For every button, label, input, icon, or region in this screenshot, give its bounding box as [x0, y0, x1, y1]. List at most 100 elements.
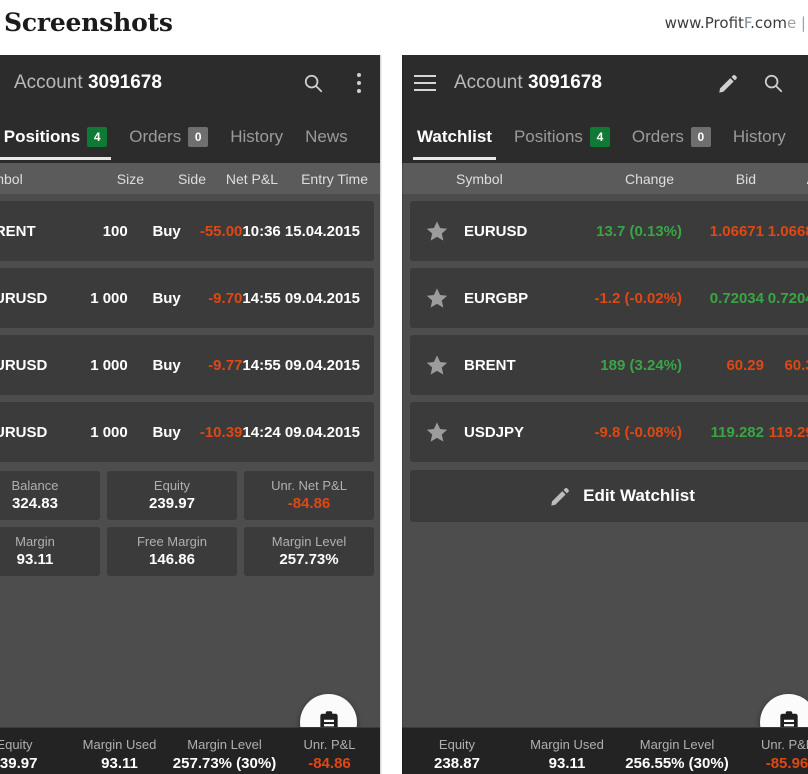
left-account-title: Account 3091678 — [14, 72, 162, 94]
position-symbol: EURUSD — [0, 423, 48, 441]
watchlist-ask[interactable]: 119.298 — [764, 424, 808, 441]
watchlist-bid[interactable]: 60.29 — [682, 357, 764, 374]
status-value: 256.55% (30%) — [625, 754, 729, 772]
right-tab-news[interactable]: N — [797, 111, 808, 163]
watchlist-bid[interactable]: 0.72034 — [682, 290, 764, 307]
left-tab-history[interactable]: History — [219, 111, 294, 163]
right-menu-button[interactable] — [402, 60, 448, 106]
table-row[interactable]: EURUSD 1 000 Buy -9.77 14:55 09.04.2015 — [0, 335, 374, 395]
summary-label: Unr. Net P&L — [271, 478, 347, 493]
status-label: Equity — [0, 736, 33, 752]
right-account-title: Account 3091678 — [454, 72, 602, 94]
edit-watchlist-button[interactable]: Edit Watchlist — [410, 470, 808, 522]
watchlist-bid[interactable]: 119.282 — [682, 424, 764, 441]
summary-row: Margin 93.11 Free Margin 146.86 Margin L… — [0, 527, 374, 576]
favorite-toggle[interactable] — [410, 219, 464, 243]
status-cell-equity: Equity 239.97 — [0, 736, 67, 773]
right-tab-positions-badge: 4 — [589, 127, 610, 147]
right-body: EURUSD 13.7 (0.13%) 1.06671 1.06684 EURG… — [402, 201, 808, 774]
watchlist-bid[interactable]: 1.06671 — [682, 223, 764, 240]
page-header: Screenshots www.ProfitF.come | — [0, 0, 808, 55]
star-icon — [426, 355, 448, 375]
position-size: 1 000 — [90, 356, 128, 374]
status-cell-margin-level: Margin Level 256.55% (30%) — [622, 736, 732, 773]
status-label: Equity — [438, 736, 476, 752]
watchlist-change: 189 (3.24%) — [600, 356, 682, 374]
right-account-number: 3091678 — [527, 72, 602, 93]
list-item[interactable]: BRENT 189 (3.24%) 60.29 60.33 — [410, 335, 808, 395]
left-tab-positions[interactable]: Positions 4 — [0, 111, 118, 163]
list-item[interactable]: USDJPY -9.8 (-0.08%) 119.282 119.298 — [410, 402, 808, 462]
right-tab-orders[interactable]: Orders 0 — [621, 111, 722, 163]
pencil-icon — [718, 74, 737, 93]
right-tab-history[interactable]: History — [722, 111, 797, 163]
table-row[interactable]: EURUSD 1 000 Buy -10.39 14:24 09.04.2015 — [0, 402, 374, 462]
status-label: Margin Used — [530, 736, 604, 752]
left-column-headers: Symbol Size Side Net P&L Entry Time — [0, 163, 380, 194]
right-column-headers: Symbol Change Bid Ask — [402, 163, 808, 194]
left-colhead-size: Size — [116, 170, 144, 187]
summary-value: 93.11 — [16, 551, 54, 568]
table-row[interactable]: BRENT 100 Buy -55.00 10:36 15.04.2015 — [0, 201, 374, 261]
position-entry-time: 14:55 09.04.2015 — [242, 289, 360, 307]
right-account-label: Account — [454, 72, 523, 93]
left-account-number: 3091678 — [87, 72, 162, 93]
search-icon — [764, 74, 783, 93]
right-tab-watchlist-label: Watchlist — [417, 127, 492, 146]
left-tab-orders[interactable]: Orders 0 — [118, 111, 219, 163]
right-overflow-button[interactable] — [796, 60, 808, 106]
summary-label: Balance — [11, 478, 59, 493]
watchlist-change: -1.2 (-0.02%) — [594, 289, 682, 307]
list-item[interactable]: EURUSD 13.7 (0.13%) 1.06671 1.06684 — [410, 201, 808, 261]
right-statusbar: Equity 238.87 Margin Used 93.11 Margin L… — [402, 727, 808, 774]
right-search-button[interactable] — [750, 60, 796, 106]
favorite-toggle[interactable] — [410, 286, 464, 310]
list-item[interactable]: EURGBP -1.2 (-0.02%) 0.72034 0.72044 — [410, 268, 808, 328]
right-app-canvas: Account 3091678 Watchlist Positions 4 Or… — [402, 55, 808, 774]
watchlist-ask[interactable]: 60.33 — [764, 357, 808, 374]
left-overflow-button[interactable] — [336, 60, 380, 106]
status-label: Margin Used — [82, 736, 157, 752]
summary-label: Margin Level — [271, 534, 347, 549]
status-value: 238.87 — [434, 754, 480, 772]
status-cell-margin-used: Margin Used 93.11 — [512, 736, 622, 773]
watchlist-symbol: EURUSD — [464, 222, 528, 240]
watermark-prefix: www.Profit — [664, 14, 744, 32]
search-icon — [304, 74, 323, 93]
favorite-toggle[interactable] — [410, 353, 464, 377]
right-edit-button[interactable] — [704, 60, 750, 106]
summary-value: 257.73% — [279, 551, 339, 568]
summary-label: Margin — [15, 534, 55, 549]
watchlist-ask[interactable]: 1.06684 — [764, 223, 808, 240]
star-icon — [426, 422, 448, 442]
left-menu-button[interactable] — [0, 60, 8, 106]
summary-value: 324.83 — [12, 495, 58, 512]
summary-cell-margin: Margin 93.11 — [0, 527, 100, 576]
summary-cell-equity: Equity 239.97 — [107, 471, 237, 520]
position-side: Buy — [152, 423, 181, 441]
status-label: Margin Level — [639, 736, 715, 752]
right-tab-positions[interactable]: Positions 4 — [503, 111, 621, 163]
edit-watchlist-label: Edit Watchlist — [583, 486, 695, 505]
star-icon — [426, 288, 448, 308]
left-search-button[interactable] — [290, 60, 336, 106]
table-row[interactable]: EURUSD 1 000 Buy -9.70 14:55 09.04.2015 — [0, 268, 374, 328]
favorite-toggle[interactable] — [410, 420, 464, 444]
left-colhead-net-pnl: Net P&L — [225, 170, 278, 187]
position-net-pnl: -9.70 — [208, 289, 243, 307]
left-tab-news[interactable]: News — [294, 111, 359, 163]
summary-value: 146.86 — [149, 551, 195, 568]
status-cell-equity: Equity 238.87 — [402, 736, 512, 773]
position-size: 1 000 — [90, 289, 128, 307]
position-net-pnl: -10.39 — [199, 423, 243, 441]
position-symbol: EURUSD — [0, 356, 48, 374]
position-side: Buy — [152, 356, 181, 374]
right-appbar: Account 3091678 — [402, 55, 808, 111]
status-value: 257.73% (30%) — [172, 754, 277, 772]
left-tab-news-label: News — [305, 127, 348, 146]
watchlist-ask[interactable]: 0.72044 — [764, 290, 808, 307]
summary-label: Free Margin — [136, 534, 208, 549]
status-cell-margin-used: Margin Used 93.11 — [67, 736, 172, 773]
position-entry-time: 14:24 09.04.2015 — [242, 423, 360, 441]
right-tab-watchlist[interactable]: Watchlist — [406, 111, 503, 163]
